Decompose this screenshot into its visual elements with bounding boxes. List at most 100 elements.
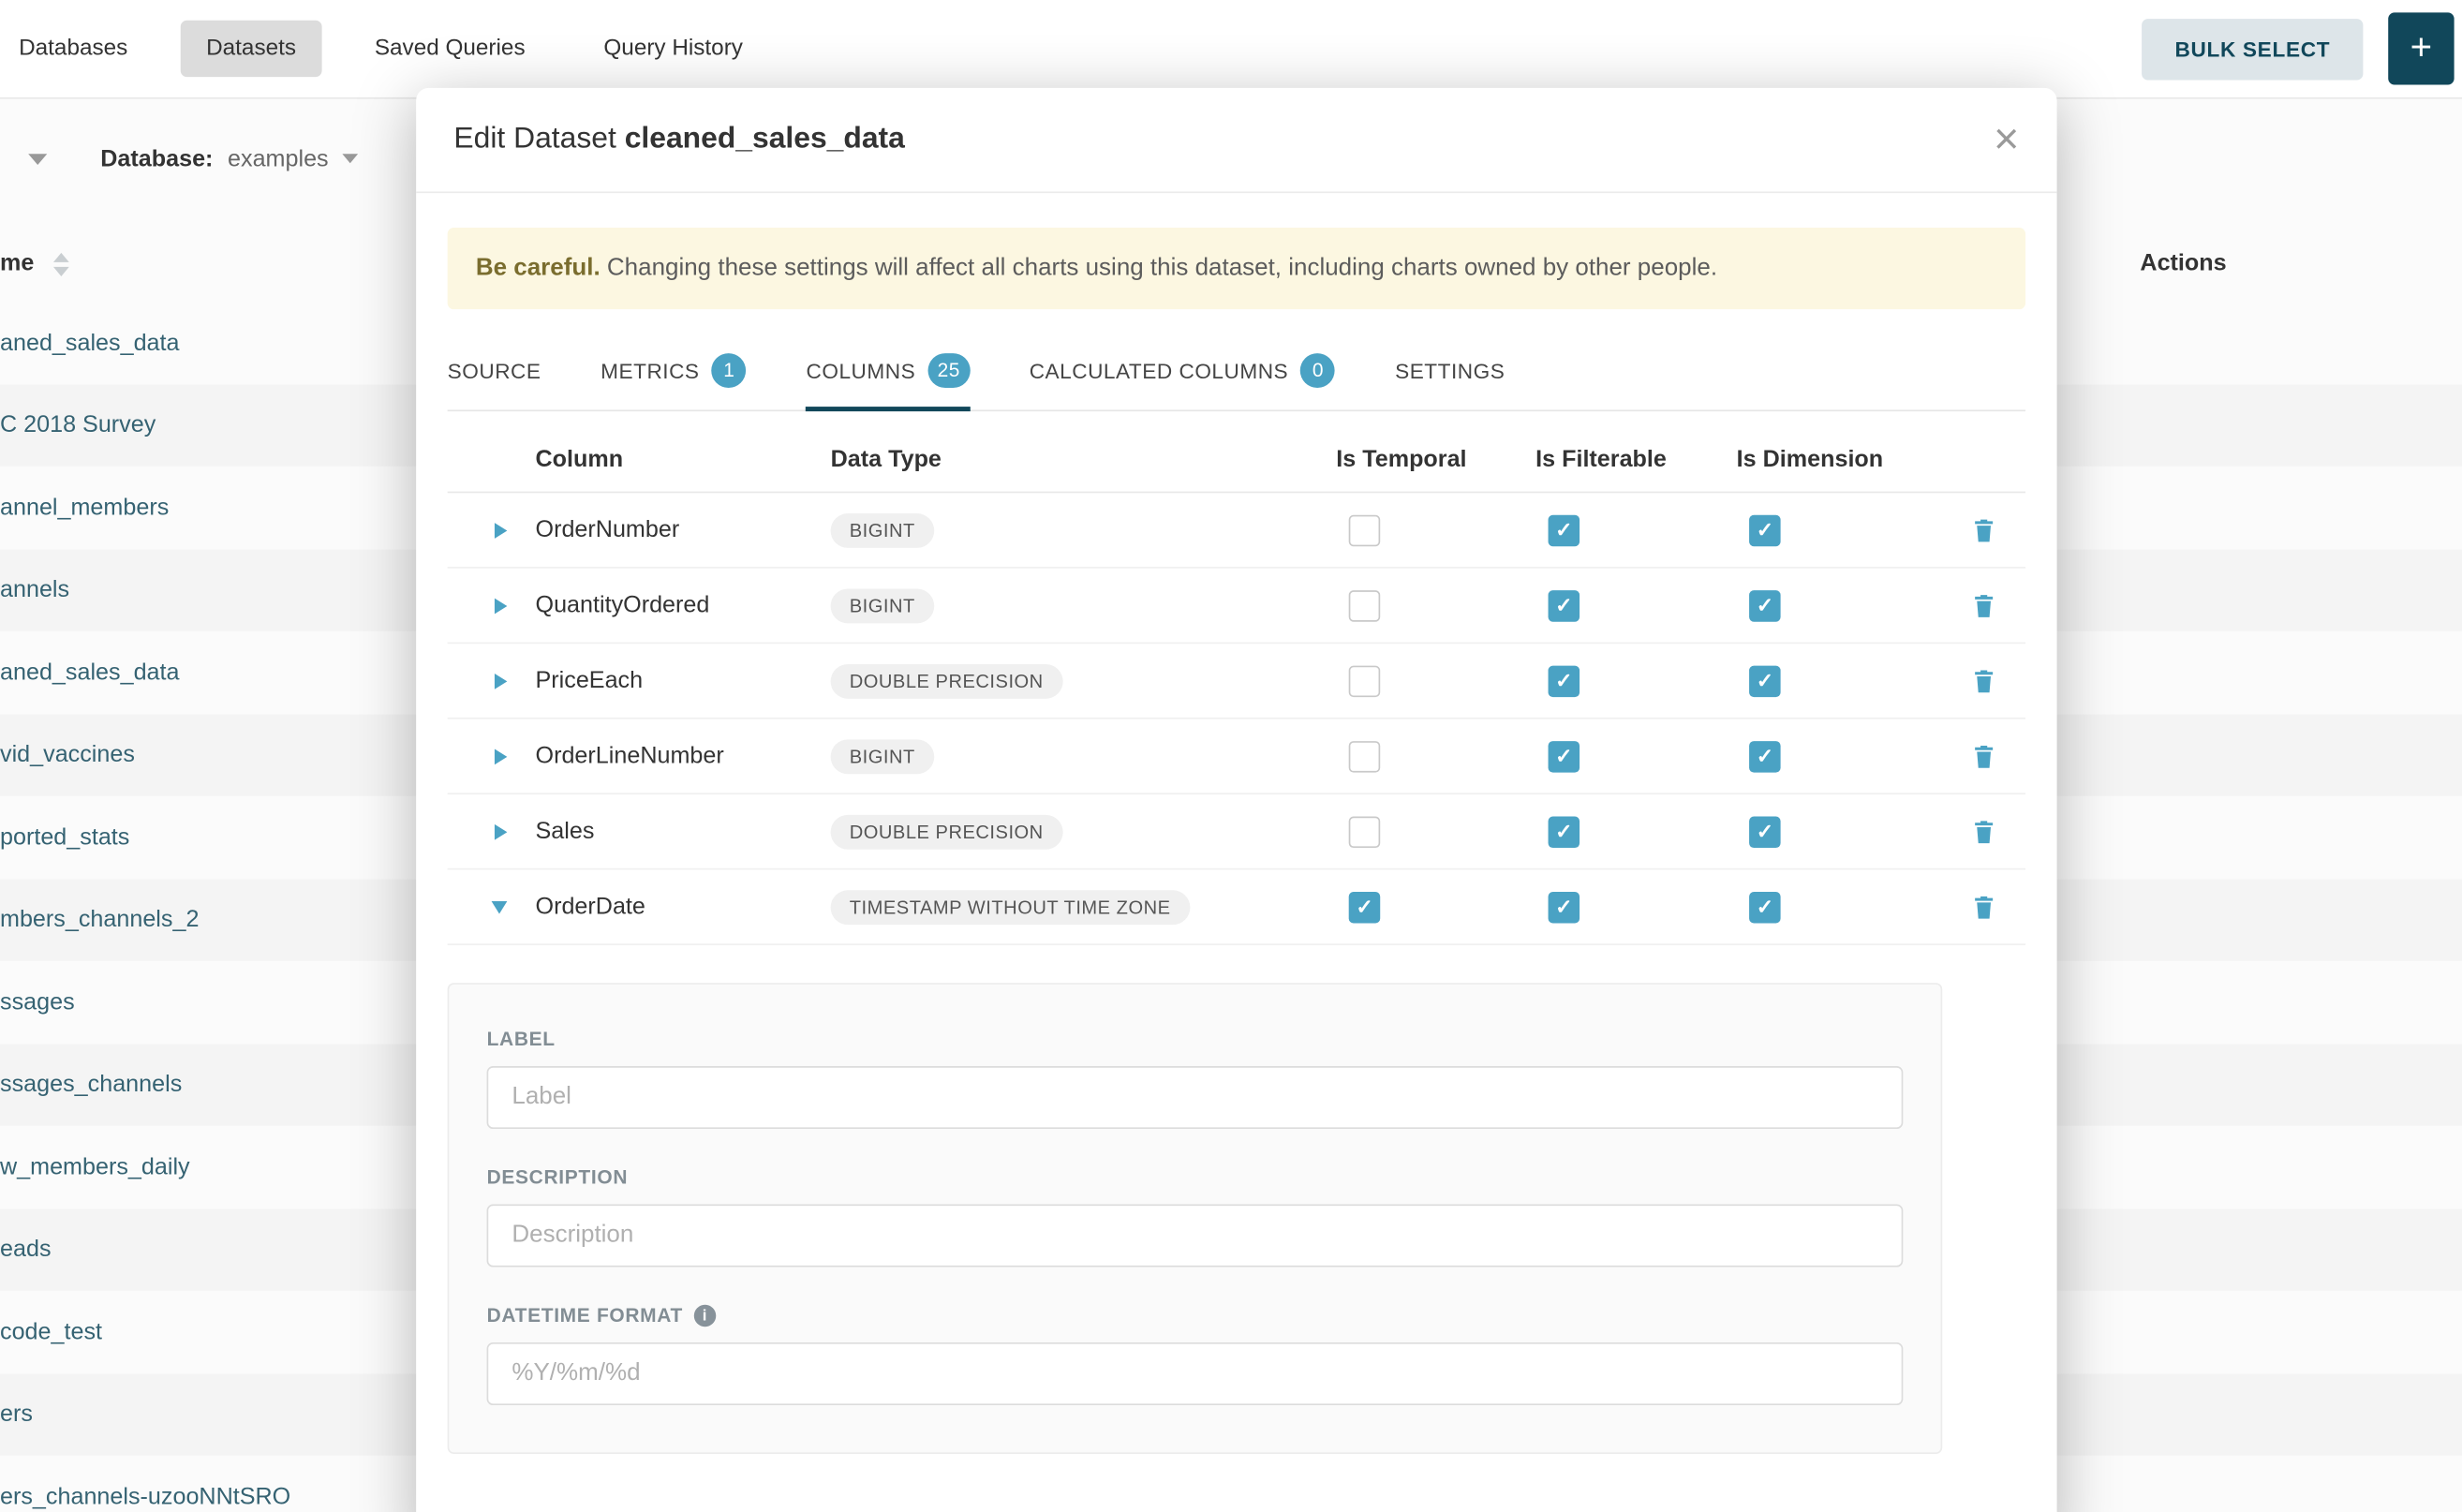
dataset-link[interactable]: ssages_channels: [0, 1071, 182, 1097]
delete-column-icon[interactable]: [1970, 592, 1996, 620]
delete-column-icon[interactable]: [1970, 743, 1996, 771]
tab-metrics[interactable]: METRICS1: [601, 332, 747, 410]
sort-icons[interactable]: [53, 253, 69, 276]
add-dataset-button[interactable]: +: [2388, 12, 2454, 84]
data-type-pill: TIMESTAMP WITHOUT TIME ZONE: [831, 890, 1190, 925]
label-field-label-text: LABEL: [487, 1030, 556, 1051]
is-dimension-checkbox[interactable]: ✓: [1749, 816, 1781, 848]
is-dimension-checkbox[interactable]: ✓: [1749, 741, 1781, 773]
column-row: SalesDOUBLE PRECISION✓✓: [448, 795, 2025, 870]
is-filterable-checkbox[interactable]: ✓: [1549, 590, 1580, 622]
is-temporal-checkbox[interactable]: [1349, 666, 1381, 698]
dataset-link[interactable]: mbers_channels_2: [0, 906, 199, 932]
tab-source[interactable]: SOURCE: [448, 332, 541, 410]
dataset-link[interactable]: ers_channels-uzooNNtSRO: [0, 1483, 290, 1509]
is-temporal-checkbox[interactable]: [1349, 741, 1381, 773]
bulk-select-button[interactable]: BULK SELECT: [2142, 18, 2363, 79]
description-input[interactable]: [487, 1205, 1904, 1267]
is-dimension-checkbox[interactable]: ✓: [1749, 515, 1781, 547]
info-icon[interactable]: i: [694, 1306, 716, 1327]
dataset-link[interactable]: code_test: [0, 1318, 102, 1344]
delete-column-icon[interactable]: [1970, 894, 1996, 922]
column-name: OrderNumber: [536, 517, 831, 543]
collapse-caret-icon[interactable]: [492, 901, 508, 913]
dataset-link[interactable]: vid_vaccines: [0, 742, 135, 768]
is-temporal-checkbox[interactable]: ✓: [1349, 892, 1381, 924]
database-filter-value[interactable]: examples: [228, 146, 329, 172]
is-filterable-header: Is Filterable: [1535, 447, 1737, 473]
actions-column-header: Actions: [2140, 249, 2226, 275]
column-name: OrderLineNumber: [536, 744, 831, 770]
dataset-link[interactable]: ported_stats: [0, 823, 129, 850]
datetime-format-field-label: DATETIME FORMAT i: [487, 1306, 1904, 1327]
column-row: OrderNumberBIGINT✓✓: [448, 494, 2025, 569]
nav-item-databases[interactable]: Databases: [0, 21, 153, 77]
tab-columns[interactable]: COLUMNS25: [807, 332, 971, 410]
is-temporal-checkbox[interactable]: [1349, 515, 1381, 547]
label-field: LABEL: [487, 1030, 1904, 1130]
expand-caret-icon[interactable]: [495, 674, 507, 689]
delete-column-icon[interactable]: [1970, 667, 1996, 695]
dataset-link[interactable]: annel_members: [0, 495, 169, 521]
label-input[interactable]: [487, 1067, 1904, 1130]
column-row: OrderDateTIMESTAMP WITHOUT TIME ZONE ✓ ✓ ✓: [448, 870, 2025, 945]
name-column-header[interactable]: me: [0, 249, 34, 275]
tab-settings[interactable]: SETTINGS: [1395, 332, 1505, 410]
tab-calculated-columns[interactable]: CALCULATED COLUMNS0: [1030, 332, 1336, 410]
column-header: Column: [536, 447, 831, 473]
dataset-link[interactable]: w_members_daily: [0, 1153, 190, 1179]
chevron-down-icon[interactable]: [342, 154, 358, 163]
tab-label: SOURCE: [448, 360, 541, 383]
column-name: OrderDate: [536, 894, 831, 920]
dataset-link[interactable]: ers: [0, 1401, 33, 1427]
modal-title: Edit Dataset cleaned_sales_data: [453, 123, 905, 157]
tab-label: SETTINGS: [1395, 360, 1505, 383]
nav-actions: BULK SELECT +: [2142, 0, 2462, 97]
expand-caret-icon[interactable]: [495, 599, 507, 615]
dataset-link[interactable]: ssages: [0, 988, 75, 1015]
data-type-pill: DOUBLE PRECISION: [831, 664, 1062, 699]
delete-column-icon[interactable]: [1970, 818, 1996, 846]
is-filterable-checkbox[interactable]: ✓: [1549, 892, 1580, 924]
top-navbar: Databases Datasets Saved Queries Query Hist…: [0, 0, 2462, 99]
delete-column-icon[interactable]: [1970, 516, 1996, 544]
column-row: PriceEachDOUBLE PRECISION ✓ ✓: [448, 645, 2025, 719]
is-dimension-checkbox[interactable]: ✓: [1749, 892, 1781, 924]
app-root: Databases Datasets Saved Queries Query Hist…: [0, 0, 2462, 1512]
modal-body: Be careful. Changing these settings will…: [416, 193, 2056, 1455]
column-name: QuantityOrdered: [536, 593, 831, 619]
is-filterable-checkbox[interactable]: ✓: [1549, 741, 1580, 773]
is-filterable-checkbox[interactable]: ✓: [1549, 666, 1580, 698]
modal-header: Edit Dataset cleaned_sales_data ×: [416, 88, 2056, 193]
expand-caret-icon[interactable]: [495, 523, 507, 539]
is-temporal-checkbox[interactable]: [1349, 590, 1381, 622]
tab-label: CALCULATED COLUMNS: [1030, 360, 1288, 383]
tab-label: COLUMNS: [807, 360, 916, 383]
nav-item-saved-queries[interactable]: Saved Queries: [349, 21, 550, 77]
expand-caret-icon[interactable]: [495, 824, 507, 840]
dataset-link[interactable]: aned_sales_data: [0, 330, 180, 356]
expand-caret-icon[interactable]: [495, 749, 507, 764]
label-field-label: LABEL: [487, 1030, 1904, 1051]
column-row: OrderLineNumberBIGINT✓✓: [448, 719, 2025, 794]
is-filterable-checkbox[interactable]: ✓: [1549, 515, 1580, 547]
dataset-link[interactable]: annels: [0, 577, 69, 603]
database-filter-label: Database:: [100, 146, 213, 172]
dataset-link[interactable]: eads: [0, 1236, 52, 1262]
is-dimension-checkbox[interactable]: ✓: [1749, 590, 1781, 622]
dataset-link[interactable]: C 2018 Survey: [0, 412, 156, 438]
is-dimension-checkbox[interactable]: ✓: [1749, 666, 1781, 698]
datetime-format-label-text: DATETIME FORMAT: [487, 1306, 683, 1327]
data-type-pill: BIGINT: [831, 588, 934, 623]
nav-item-datasets[interactable]: Datasets: [181, 21, 321, 77]
dataset-link[interactable]: aned_sales_data: [0, 660, 180, 686]
description-field: DESCRIPTION: [487, 1167, 1904, 1267]
is-temporal-checkbox[interactable]: [1349, 816, 1381, 848]
is-filterable-checkbox[interactable]: ✓: [1549, 816, 1580, 848]
is-dimension-header: Is Dimension: [1737, 447, 1941, 473]
chevron-down-icon[interactable]: [28, 154, 47, 165]
close-icon[interactable]: ×: [1994, 118, 2019, 162]
column-name: PriceEach: [536, 668, 831, 694]
datetime-format-input[interactable]: [487, 1343, 1904, 1406]
nav-item-query-history[interactable]: Query History: [579, 21, 768, 77]
